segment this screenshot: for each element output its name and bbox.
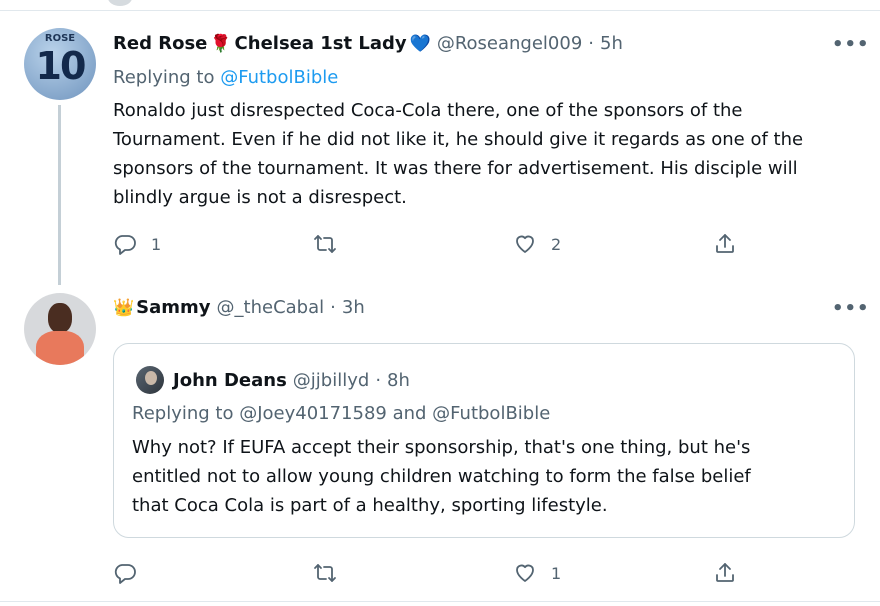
retweet-icon xyxy=(314,235,336,253)
share-button[interactable] xyxy=(713,561,737,585)
avatar-body xyxy=(36,331,84,365)
retweet-button[interactable] xyxy=(313,561,337,585)
quoted-text-line: entitled not to allow young children wat… xyxy=(132,466,751,487)
display-name[interactable]: Sammy xyxy=(136,297,210,318)
replying-mention[interactable]: @FutbolBible xyxy=(220,67,338,88)
like-icon xyxy=(516,235,534,253)
tweet-text-line: blindly argue is not a disrespect. xyxy=(113,187,407,208)
retweet-button[interactable] xyxy=(313,232,337,256)
previous-avatar-edge xyxy=(108,0,132,6)
quoted-text-line: Why not? If EUFA accept their sponsorshi… xyxy=(132,437,751,458)
thread-line xyxy=(58,105,61,285)
more-options-icon[interactable]: ••• xyxy=(832,34,870,55)
quoted-timestamp: 8h xyxy=(387,369,410,391)
avatar-head xyxy=(48,303,72,333)
tweet-header: 👑 Sammy @_theCabal · 3h xyxy=(113,297,365,318)
quoted-tweet-header: John Deans @jjbillyd · 8h xyxy=(136,366,410,394)
quoted-separator: · xyxy=(375,369,382,391)
separator: · xyxy=(330,297,336,318)
blue-heart-emoji: 💙 xyxy=(409,33,431,54)
separator: · xyxy=(588,33,595,54)
quoted-text-line: that Coca Cola is part of a healthy, spo… xyxy=(132,495,608,516)
like-button[interactable]: 2 xyxy=(513,232,561,256)
retweet-icon xyxy=(314,564,336,582)
replying-prefix: Replying to xyxy=(113,67,215,88)
share-icon xyxy=(716,563,734,582)
reply-icon xyxy=(114,235,136,255)
bottom-divider xyxy=(0,601,880,602)
quoted-display-name: John Deans xyxy=(173,369,287,391)
tweet-text-line: sponsors of the tournament. It was there… xyxy=(113,158,798,179)
avatar[interactable]: ROSE 10 xyxy=(24,28,96,100)
rose-emoji: 🌹 xyxy=(210,33,232,54)
handle[interactable]: @Roseangel009 xyxy=(437,33,582,54)
display-name[interactable]: Red Rose xyxy=(113,33,207,54)
timestamp[interactable]: 5h xyxy=(600,33,623,54)
tweet-text-line: Tournament. Even if he did not like it, … xyxy=(113,129,804,150)
top-divider xyxy=(0,10,880,11)
crown-emoji: 👑 xyxy=(113,297,135,318)
quoted-tweet-text: Why not? If EUFA accept their sponsorshi… xyxy=(132,433,842,520)
handle[interactable]: @_theCabal xyxy=(217,297,325,318)
like-count: 2 xyxy=(551,234,562,254)
like-count: 1 xyxy=(551,563,562,583)
reply-icon xyxy=(114,564,136,584)
tweet-actions: 1 xyxy=(113,561,753,587)
tweet-text: Ronaldo just disrespected Coca-Cola ther… xyxy=(113,96,863,212)
replying-to: Replying to @FutbolBible xyxy=(113,67,338,88)
reply-count: 1 xyxy=(151,234,162,254)
share-button[interactable] xyxy=(713,232,737,256)
like-icon xyxy=(516,564,534,582)
avatar-text-num: 10 xyxy=(35,44,87,88)
reply-button[interactable]: 1 xyxy=(113,232,161,256)
quoted-replying-to: Replying to @Joey40171589 and @FutbolBib… xyxy=(132,403,551,424)
tweet-actions: 1 2 xyxy=(113,232,753,258)
timestamp[interactable]: 3h xyxy=(342,297,365,318)
more-options-icon[interactable]: ••• xyxy=(832,298,870,319)
display-name-suffix[interactable]: Chelsea 1st Lady xyxy=(235,33,407,54)
tweet-text-line: Ronaldo just disrespected Coca-Cola ther… xyxy=(113,100,743,121)
avatar-text-top: ROSE xyxy=(44,33,76,44)
quoted-tweet[interactable]: John Deans @jjbillyd · 8h Replying to @J… xyxy=(113,343,855,538)
share-icon xyxy=(716,234,734,253)
tweet-header: Red Rose 🌹 Chelsea 1st Lady 💙 @Roseangel… xyxy=(113,33,623,54)
quoted-avatar-face xyxy=(145,371,157,385)
like-button[interactable]: 1 xyxy=(513,561,561,585)
reply-button[interactable] xyxy=(113,561,137,585)
quoted-avatar xyxy=(136,366,164,394)
quoted-handle: @jjbillyd xyxy=(292,369,370,391)
avatar[interactable] xyxy=(24,293,96,365)
